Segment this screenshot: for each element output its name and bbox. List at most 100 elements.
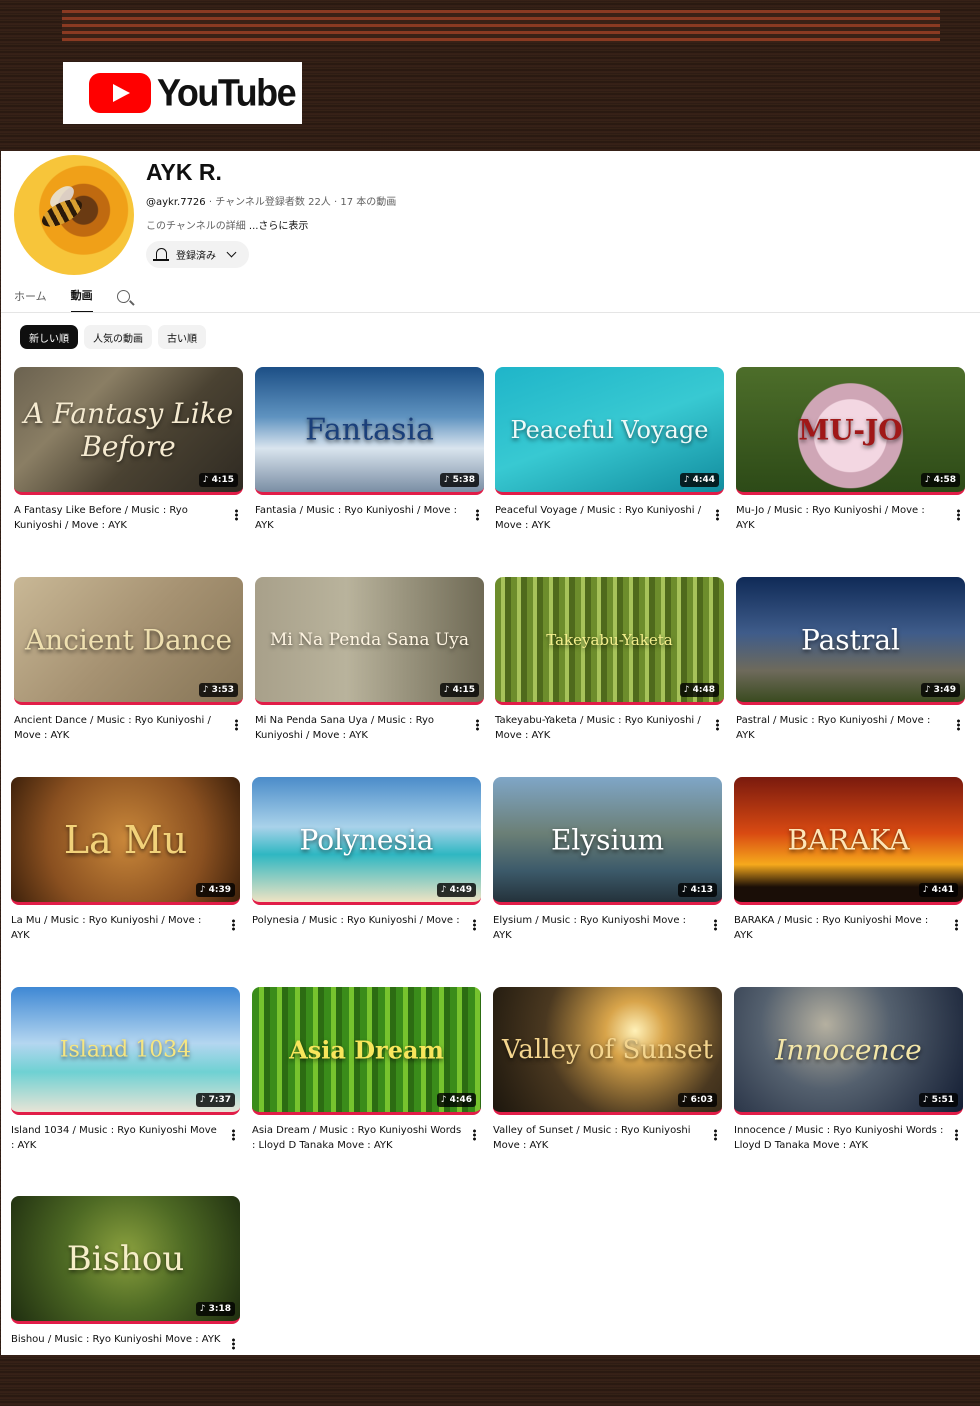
video-thumbnail[interactable]: MU-JO ♪ 4:58 <box>736 367 965 495</box>
chip-newest[interactable]: 新しい順 <box>20 325 78 349</box>
video-thumbnail[interactable]: A Fantasy Like Before ♪ 4:15 <box>14 367 243 495</box>
video-card[interactable]: Elysium ♪ 4:13 Elysium / Music : Ryo Kuniy… <box>493 777 722 941</box>
video-card[interactable]: Polynesia ♪ 4:49 Polynesia / Music : Ryo K… <box>252 777 481 931</box>
duration-text: 6:03 <box>690 1095 713 1105</box>
more-options-icon[interactable] <box>476 719 479 731</box>
tab-divider <box>1 312 980 313</box>
more-options-icon[interactable] <box>232 919 235 931</box>
sort-chips: 新しい順 人気の動画 古い順 <box>20 325 206 349</box>
video-thumbnail[interactable]: Island 1034 ♪ 7:37 <box>11 987 240 1115</box>
video-card[interactable]: Mi Na Penda Sana Uya ♪ 4:15 Mi Na Penda Sa… <box>255 577 484 741</box>
more-options-icon[interactable] <box>716 509 719 521</box>
show-more-link[interactable]: ...さらに表示 <box>249 221 309 232</box>
more-options-icon[interactable] <box>955 1129 958 1141</box>
duration-text: 4:41 <box>931 885 954 895</box>
video-thumbnail[interactable]: Asia Dream ♪ 4:46 <box>252 987 481 1115</box>
more-options-icon[interactable] <box>235 509 238 521</box>
video-card[interactable]: Valley of Sunset ♪ 6:03 Valley of Sunset /… <box>493 987 722 1151</box>
video-thumbnail[interactable]: Innocence ♪ 5:51 <box>734 987 963 1115</box>
more-options-icon[interactable] <box>232 1129 235 1141</box>
video-title[interactable]: Island 1034 / Music : Ryo Kuniyoshi Move… <box>11 1123 221 1153</box>
video-title[interactable]: La Mu / Music : Ryo Kuniyoshi / Move : A… <box>11 913 221 943</box>
tab-home[interactable]: ホーム <box>14 288 47 312</box>
chip-popular[interactable]: 人気の動画 <box>84 325 152 349</box>
video-thumbnail[interactable]: Valley of Sunset ♪ 6:03 <box>493 987 722 1115</box>
video-card[interactable]: BARAKA ♪ 4:41 BARAKA / Music : Ryo Kuniyos… <box>734 777 963 941</box>
video-card[interactable]: A Fantasy Like Before ♪ 4:15 A Fantasy Lik… <box>14 367 243 531</box>
video-title[interactable]: Valley of Sunset / Music : Ryo Kuniyoshi… <box>493 1123 703 1153</box>
channel-description[interactable]: このチャンネルの詳細 ...さらに表示 <box>146 217 308 232</box>
decorative-stripes <box>62 10 940 42</box>
video-thumbnail[interactable]: Elysium ♪ 4:13 <box>493 777 722 905</box>
thumbnail-title: Polynesia <box>299 823 434 856</box>
channel-avatar[interactable] <box>14 155 134 275</box>
video-thumbnail[interactable]: Ancient Dance ♪ 3:53 <box>14 577 243 705</box>
video-thumbnail[interactable]: Fantasia ♪ 5:38 <box>255 367 484 495</box>
more-options-icon[interactable] <box>955 919 958 931</box>
video-title[interactable]: Fantasia / Music : Ryo Kuniyoshi / Move … <box>255 503 465 533</box>
duration-badge: ♪ 4:44 <box>679 473 719 487</box>
search-icon[interactable] <box>116 289 130 303</box>
video-title[interactable]: Peaceful Voyage / Music : Ryo Kuniyoshi … <box>495 503 705 533</box>
more-options-icon[interactable] <box>714 919 717 931</box>
video-title[interactable]: Pastral / Music : Ryo Kuniyoshi / Move :… <box>736 713 946 743</box>
more-options-icon[interactable] <box>473 1129 476 1141</box>
video-title[interactable]: Elysium / Music : Ryo Kuniyoshi Move : A… <box>493 913 703 943</box>
duration-badge: ♪ 4:48 <box>679 683 719 697</box>
thumbnail-title: Valley of Sunset <box>502 1034 713 1065</box>
youtube-logo[interactable]: YouTube <box>63 62 302 124</box>
video-card[interactable]: Peaceful Voyage ♪ 4:44 Peaceful Voyage / M… <box>495 367 724 531</box>
duration-text: 7:37 <box>208 1095 231 1105</box>
video-thumbnail[interactable]: Bishou ♪ 3:18 <box>11 1196 240 1324</box>
video-title[interactable]: A Fantasy Like Before / Music : Ryo Kuni… <box>14 503 224 533</box>
video-thumbnail[interactable]: La Mu ♪ 4:39 <box>11 777 240 905</box>
video-card[interactable]: Ancient Dance ♪ 3:53 Ancient Dance / Music… <box>14 577 243 741</box>
video-thumbnail[interactable]: BARAKA ♪ 4:41 <box>734 777 963 905</box>
video-title[interactable]: Polynesia / Music : Ryo Kuniyoshi / Move… <box>252 913 462 928</box>
video-thumbnail[interactable]: Pastral ♪ 3:49 <box>736 577 965 705</box>
more-options-icon[interactable] <box>716 719 719 731</box>
video-card[interactable]: MU-JO ♪ 4:58 Mu-Jo / Music : Ryo Kuniyoshi… <box>736 367 965 531</box>
video-card[interactable]: Innocence ♪ 5:51 Innocence / Music : Ryo K… <box>734 987 963 1151</box>
channel-name: AYK R. <box>146 159 222 185</box>
chip-oldest[interactable]: 古い順 <box>158 325 206 349</box>
video-thumbnail[interactable]: Polynesia ♪ 4:49 <box>252 777 481 905</box>
video-title[interactable]: Innocence / Music : Ryo Kuniyoshi Words … <box>734 1123 944 1153</box>
video-title[interactable]: Asia Dream / Music : Ryo Kuniyoshi Words… <box>252 1123 462 1153</box>
video-card[interactable]: Asia Dream ♪ 4:46 Asia Dream / Music : Ryo… <box>252 987 481 1151</box>
more-options-icon[interactable] <box>473 919 476 931</box>
video-card[interactable]: Bishou ♪ 3:18 Bishou / Music : Ryo Kuniyos… <box>11 1196 240 1350</box>
thumbnail-title: Elysium <box>550 823 665 856</box>
video-title[interactable]: BARAKA / Music : Ryo Kuniyoshi Move : AY… <box>734 913 944 943</box>
more-options-icon[interactable] <box>957 719 960 731</box>
duration-badge: ♪ 3:18 <box>195 1302 235 1316</box>
duration-text: 3:49 <box>933 685 956 695</box>
video-thumbnail[interactable]: Takeyabu-Yaketa ♪ 4:48 <box>495 577 724 705</box>
video-card[interactable]: Takeyabu-Yaketa ♪ 4:48 Takeyabu-Yaketa / M… <box>495 577 724 741</box>
video-title[interactable]: Bishou / Music : Ryo Kuniyoshi Move : AY… <box>11 1332 221 1347</box>
duration-text: 4:44 <box>692 475 715 485</box>
duration-badge: ♪ 6:03 <box>677 1093 717 1107</box>
tab-videos[interactable]: 動画 <box>70 287 93 313</box>
video-title[interactable]: Ancient Dance / Music : Ryo Kuniyoshi / … <box>14 713 224 743</box>
video-title[interactable]: Mi Na Penda Sana Uya / Music : Ryo Kuniy… <box>255 713 465 743</box>
duration-text: 4:48 <box>692 685 715 695</box>
video-card[interactable]: Fantasia ♪ 5:38 Fantasia / Music : Ryo Kun… <box>255 367 484 531</box>
more-options-icon[interactable] <box>714 1129 717 1141</box>
more-options-icon[interactable] <box>476 509 479 521</box>
video-thumbnail[interactable]: Mi Na Penda Sana Uya ♪ 4:15 <box>255 577 484 705</box>
video-title[interactable]: Takeyabu-Yaketa / Music : Ryo Kuniyoshi … <box>495 713 705 743</box>
duration-text: 4:39 <box>208 885 231 895</box>
duration-badge: ♪ 4:39 <box>195 883 235 897</box>
thumbnail-title: Pastral <box>801 623 900 656</box>
more-options-icon[interactable] <box>235 719 238 731</box>
video-card[interactable]: La Mu ♪ 4:39 La Mu / Music : Ryo Kuniyoshi… <box>11 777 240 941</box>
video-card[interactable]: Island 1034 ♪ 7:37 Island 1034 / Music : R… <box>11 987 240 1151</box>
video-card[interactable]: Pastral ♪ 3:49 Pastral / Music : Ryo Kuniy… <box>736 577 965 741</box>
video-title[interactable]: Mu-Jo / Music : Ryo Kuniyoshi / Move : A… <box>736 503 946 533</box>
more-options-icon[interactable] <box>232 1338 235 1350</box>
duration-text: 4:15 <box>211 475 234 485</box>
subscribed-button[interactable]: 登録済み <box>146 241 249 268</box>
more-options-icon[interactable] <box>957 509 960 521</box>
video-thumbnail[interactable]: Peaceful Voyage ♪ 4:44 <box>495 367 724 495</box>
